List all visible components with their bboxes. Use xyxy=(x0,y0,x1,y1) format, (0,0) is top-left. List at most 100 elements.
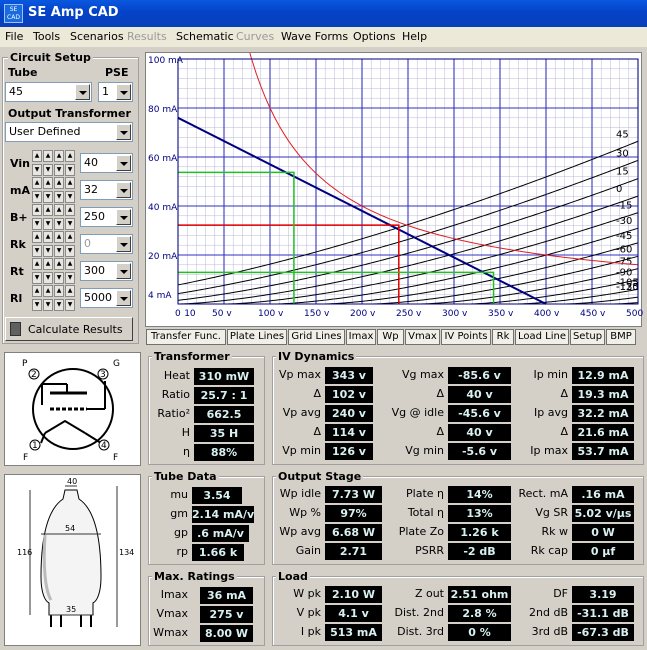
grid-voltage-label: 0 xyxy=(616,184,622,195)
grid-voltage-label: 45 xyxy=(616,129,629,140)
tube-outline-diagram: 40 54 35 116 134 xyxy=(17,477,134,627)
pse-spinner[interactable]: 1 xyxy=(98,82,133,102)
chevron-down-icon[interactable] xyxy=(116,263,131,279)
iv-c1-row-2-value: 240 v xyxy=(325,405,373,422)
y-tick-label: 60 mA xyxy=(148,154,178,164)
rt-label: Rt xyxy=(10,265,24,278)
iv-c3-row-4-label: Ip max xyxy=(530,444,568,457)
output-stage-c2-row-2-label: Plate Zo xyxy=(398,525,444,538)
iv-c1-row-4-label: Vp min xyxy=(282,444,321,457)
grid-voltage-label: -60 xyxy=(616,244,632,255)
bulb-width-label: 54 xyxy=(65,524,75,533)
load-c2-row-2-value: 0 % xyxy=(448,624,511,641)
rt-spinner[interactable]: ▲ ▲ ▲ ▲ ▼ ▼ ▼ ▼ xyxy=(32,258,76,286)
output-transformer-label: Output Transformer xyxy=(8,107,131,120)
filament-pin-label-2: F xyxy=(113,453,118,463)
ma-spinner[interactable]: ▲ ▲ ▲ ▲ ▼ ▼ ▼ ▼ xyxy=(32,177,76,205)
output-stage-c1-row-2-value: 6.68 W xyxy=(325,524,382,541)
vin-select[interactable]: 40 xyxy=(80,153,133,173)
imax-label: Imax xyxy=(160,588,188,601)
menu-options[interactable]: Options xyxy=(353,30,395,43)
plate-curves-chart[interactable]: 100 mA 80 mA 60 mA 40 mA 20 mA 4 mA 0 10 50 v 100… xyxy=(145,23,647,327)
output-stage-c2-row-3-label: PSRR xyxy=(415,544,444,557)
tab-transfer-func[interactable]: Transfer Func. xyxy=(146,329,226,345)
chevron-down-icon[interactable] xyxy=(116,182,131,198)
vmax-label: Vmax xyxy=(156,607,189,620)
menu-wave-forms[interactable]: Wave Forms xyxy=(281,30,348,43)
chevron-down-icon[interactable] xyxy=(116,290,131,306)
menu-schematic[interactable]: Schematic xyxy=(176,30,234,43)
title-bar[interactable]: SE CAD SE Amp CAD xyxy=(0,0,647,27)
chevron-down-icon[interactable] xyxy=(116,209,131,225)
rt-select[interactable]: 300 xyxy=(80,261,133,281)
plate-curve xyxy=(179,195,639,305)
calculate-results-button[interactable]: Calculate Results xyxy=(5,317,133,341)
menu-help[interactable]: Help xyxy=(402,30,427,43)
chevron-down-icon[interactable] xyxy=(116,124,131,140)
iv-c3-row-2-value: 32.2 mA xyxy=(572,405,634,422)
tube-select[interactable]: 45 xyxy=(5,82,92,102)
chevron-down-icon[interactable] xyxy=(116,155,131,171)
ma-label: mA xyxy=(10,184,30,197)
tab-load-line[interactable]: Load Line xyxy=(515,329,569,345)
load-c1-row-0-label: W pk xyxy=(293,587,321,600)
iv-c2-row-0-label: Vg max xyxy=(402,368,444,381)
bplus-label: B+ xyxy=(10,211,28,224)
menu-scenarios[interactable]: Scenarios xyxy=(70,30,124,43)
iv-c3-row-0-label: Ip min xyxy=(533,368,568,381)
output-transformer-select[interactable]: User Defined xyxy=(5,122,133,142)
tab-rk[interactable]: Rk xyxy=(492,329,514,345)
menu-results[interactable]: Results xyxy=(127,30,167,43)
tube-pinout-panel: 2 3 1 4 P G F F xyxy=(4,352,141,466)
tube-label: Tube xyxy=(8,66,38,79)
tab-bmp[interactable]: BMP xyxy=(606,329,636,345)
tab-wp[interactable]: Wp xyxy=(377,329,404,345)
efficiency-label: η xyxy=(183,445,190,458)
tab-vmax[interactable]: Vmax xyxy=(405,329,440,345)
overall-height-label: 134 xyxy=(119,548,134,557)
grid-voltage-label: -75 xyxy=(616,257,632,268)
plate-curves-svg: 100 mA80 mA60 mA40 mA20 mA4 mA0 10 50 v 100… xyxy=(148,23,647,319)
tube-pinout-diagram: 2 3 1 4 P G F F xyxy=(22,359,120,463)
x-tick-label: 450 v xyxy=(580,309,606,319)
gp-label: gp xyxy=(174,526,188,539)
menu-curves[interactable]: Curves xyxy=(236,30,274,43)
iv-c1-row-0-value: 343 v xyxy=(325,367,373,384)
plate-curve xyxy=(323,242,639,305)
spinner-arrows-icon[interactable] xyxy=(116,84,131,100)
menu-file[interactable]: File xyxy=(5,30,23,43)
vin-spinner[interactable]: ▲ ▲ ▲ ▲ ▼ ▼ ▼ ▼ xyxy=(32,150,76,178)
x-tick-label: 400 v xyxy=(534,309,560,319)
rl-select[interactable]: 5000 xyxy=(80,288,133,308)
ma-select[interactable]: 32 xyxy=(80,180,133,200)
bplus-select[interactable]: 250 xyxy=(80,207,133,227)
iv-c2-row-2-label: Vg @ idle xyxy=(391,406,444,419)
x-tick-label: 10 xyxy=(184,309,196,319)
tab-plate-lines[interactable]: Plate Lines xyxy=(227,329,287,345)
bplus-spinner[interactable]: ▲ ▲ ▲ ▲ ▼ ▼ ▼ ▼ xyxy=(32,204,76,232)
iv-c2-row-4-value: -5.6 v xyxy=(448,443,511,460)
rp-label: rp xyxy=(176,545,188,558)
chevron-down-icon[interactable] xyxy=(75,84,90,100)
ratio-squared-label: Ratio² xyxy=(157,407,190,420)
menu-tools[interactable]: Tools xyxy=(33,30,60,43)
tube-outline-panel: 40 54 35 116 134 xyxy=(4,474,141,646)
iv-c1-row-1-value: 102 v xyxy=(325,386,373,403)
calculate-results-label: Calculate Results xyxy=(28,323,123,336)
chevron-down-icon[interactable] xyxy=(116,236,131,252)
base-width-label: 35 xyxy=(66,605,76,614)
load-title: Load xyxy=(276,570,310,583)
x-tick-label: 50 v xyxy=(212,309,232,319)
output-stage-c1-row-0-value: 7.73 W xyxy=(325,486,382,503)
tab-iv-points[interactable]: IV Points xyxy=(441,329,491,345)
tab-imax[interactable]: Imax xyxy=(346,329,376,345)
load-c2-row-1-label: Dist. 2nd xyxy=(394,606,444,619)
pin-2-label: 2 xyxy=(31,370,37,380)
vin-label: Vin xyxy=(10,157,30,170)
tab-setup[interactable]: Setup xyxy=(570,329,605,345)
rk-spinner[interactable]: ▲ ▲ ▲ ▲ ▼ ▼ ▼ ▼ xyxy=(32,231,76,259)
rl-spinner[interactable]: ▲ ▲ ▲ ▲ ▼ ▼ ▼ ▼ xyxy=(32,285,76,313)
rk-select[interactable]: 0 xyxy=(80,234,133,254)
tab-grid-lines[interactable]: Grid Lines xyxy=(288,329,345,345)
wmax-value: 8.00 W xyxy=(200,625,253,642)
